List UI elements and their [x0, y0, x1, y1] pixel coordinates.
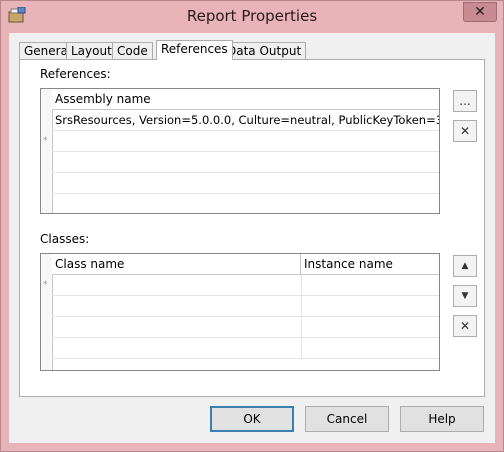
new-row[interactable] [52, 131, 439, 152]
empty-row [52, 173, 439, 194]
instance-name-header[interactable]: Instance name [301, 254, 439, 275]
title-bar[interactable]: Report Properties ✕ [1, 1, 503, 31]
close-button[interactable]: ✕ [463, 2, 497, 22]
empty-row [52, 317, 439, 338]
move-up-button[interactable]: ▲ [453, 255, 477, 277]
references-grid[interactable]: Assembly name SrsResources, Version=5.0.… [40, 88, 440, 214]
new-row-marker-icon: * [43, 280, 48, 290]
assembly-name-cell[interactable]: SrsResources, Version=5.0.0.0, Culture=n… [52, 110, 439, 130]
empty-row [52, 338, 439, 359]
tab-references[interactable]: References [156, 40, 233, 60]
empty-row [52, 296, 439, 317]
help-button[interactable]: Help [400, 406, 484, 432]
tab-code[interactable]: Code [112, 42, 153, 59]
class-name-header[interactable]: Class name [52, 254, 301, 275]
column-divider [301, 275, 302, 295]
new-row-marker-icon: * [43, 136, 48, 146]
empty-row [52, 152, 439, 173]
references-tab-panel: References: Assembly name SrsResources, … [19, 59, 485, 397]
classes-grid[interactable]: Class name Instance name * [40, 253, 440, 371]
dialog-body: General Layout Code References Data Outp… [9, 33, 495, 443]
table-row[interactable]: SrsResources, Version=5.0.0.0, Culture=n… [52, 110, 439, 131]
browse-button[interactable]: ... [453, 90, 477, 112]
window-title: Report Properties [186, 7, 318, 25]
tab-layout[interactable]: Layout [66, 42, 117, 59]
new-row[interactable] [52, 275, 439, 296]
cancel-button[interactable]: Cancel [305, 406, 389, 432]
assembly-name-header[interactable]: Assembly name [52, 89, 439, 110]
ok-button[interactable]: OK [210, 406, 294, 432]
tab-data-output[interactable]: Data Output [222, 42, 307, 59]
move-down-button[interactable]: ▼ [453, 285, 477, 307]
report-properties-window: Report Properties ✕ General Layout Code … [0, 0, 504, 452]
classes-label: Classes: [40, 232, 90, 246]
delete-reference-button[interactable]: ✕ [453, 120, 477, 142]
references-label: References: [40, 67, 111, 81]
delete-class-button[interactable]: ✕ [453, 315, 477, 337]
